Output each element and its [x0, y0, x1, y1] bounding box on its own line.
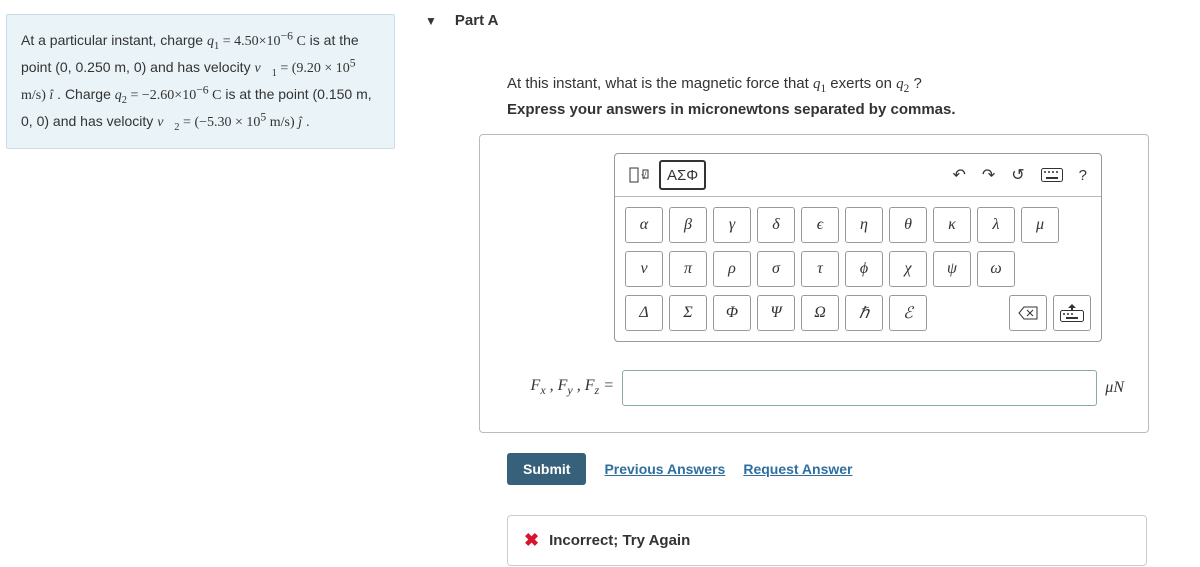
greek-key-α[interactable]: α [625, 207, 663, 243]
greek-key-η[interactable]: η [845, 207, 883, 243]
greek-key-π[interactable]: π [669, 251, 707, 287]
submit-button[interactable]: Submit [507, 453, 586, 485]
greek-key-Δ[interactable]: Δ [625, 295, 663, 331]
greek-row-3: ΔΣΦΨΩℏℰ [625, 295, 1091, 331]
feedback-text: Incorrect; Try Again [549, 532, 690, 549]
answer-area: √ ΑΣΦ ↶ ↷ ↺ ? αβγδϵηθκλμ νπρστϕχψω ΔΣΦΨΩ… [479, 134, 1149, 433]
previous-answers-link[interactable]: Previous Answers [604, 461, 725, 477]
problem-text: At a particular instant, charge q1 = 4.5… [21, 32, 372, 130]
greek-key-Ψ[interactable]: Ψ [757, 295, 795, 331]
greek-key-δ[interactable]: δ [757, 207, 795, 243]
greek-key-β[interactable]: β [669, 207, 707, 243]
part-title: Part A [455, 12, 499, 29]
greek-key-κ[interactable]: κ [933, 207, 971, 243]
greek-key-Σ[interactable]: Σ [669, 295, 707, 331]
greek-key-λ[interactable]: λ [977, 207, 1015, 243]
greek-key-ϕ[interactable]: ϕ [845, 251, 883, 287]
greek-key-ρ[interactable]: ρ [713, 251, 751, 287]
question-prompt: At this instant, what is the magnetic fo… [507, 75, 1190, 95]
help-button[interactable]: ? [1073, 160, 1093, 190]
reset-button[interactable]: ↺ [1005, 160, 1030, 190]
answer-instruction: Express your answers in micronewtons sep… [507, 101, 1190, 118]
incorrect-icon: ✖ [524, 530, 539, 551]
greek-key-Φ[interactable]: Φ [713, 295, 751, 331]
greek-key-ℏ[interactable]: ℏ [845, 295, 883, 331]
greek-key-μ[interactable]: μ [1021, 207, 1059, 243]
undo-button[interactable]: ↶ [946, 160, 971, 190]
special-keyboard-key[interactable] [1053, 295, 1091, 331]
greek-key-ϵ[interactable]: ϵ [801, 207, 839, 243]
svg-text:√: √ [641, 171, 647, 182]
greek-key-γ[interactable]: γ [713, 207, 751, 243]
backspace-key[interactable] [1009, 295, 1047, 331]
greek-row-1: αβγδϵηθκλμ [625, 207, 1091, 243]
greek-key-σ[interactable]: σ [757, 251, 795, 287]
greek-symbol-pad: αβγδϵηθκλμ νπρστϕχψω ΔΣΦΨΩℏℰ [615, 197, 1101, 341]
feedback-box: ✖ Incorrect; Try Again [507, 515, 1147, 566]
answer-variable-label: Fx , Fy , Fz = [504, 377, 614, 398]
answer-unit: μN [1105, 379, 1124, 397]
equation-toolbar: √ ΑΣΦ ↶ ↷ ↺ ? αβγδϵηθκλμ νπρστϕχψω ΔΣΦΨΩ… [614, 153, 1102, 342]
greek-palette-button[interactable]: ΑΣΦ [659, 160, 706, 190]
greek-key-χ[interactable]: χ [889, 251, 927, 287]
greek-key-ℰ[interactable]: ℰ [889, 295, 927, 331]
problem-statement: At a particular instant, charge q1 = 4.5… [6, 14, 395, 149]
collapse-chevron-icon[interactable]: ▼ [425, 14, 437, 28]
redo-button[interactable]: ↷ [976, 160, 1001, 190]
keyboard-button[interactable] [1035, 160, 1069, 190]
greek-key-Ω[interactable]: Ω [801, 295, 839, 331]
greek-key-θ[interactable]: θ [889, 207, 927, 243]
request-answer-link[interactable]: Request Answer [743, 461, 852, 477]
greek-row-2: νπρστϕχψω [625, 251, 1091, 287]
greek-key-ν[interactable]: ν [625, 251, 663, 287]
greek-key-τ[interactable]: τ [801, 251, 839, 287]
template-palette-button[interactable]: √ [623, 160, 655, 190]
part-header[interactable]: ▼ Part A [425, 4, 1190, 45]
greek-key-ψ[interactable]: ψ [933, 251, 971, 287]
answer-input[interactable] [622, 370, 1097, 406]
greek-key-ω[interactable]: ω [977, 251, 1015, 287]
